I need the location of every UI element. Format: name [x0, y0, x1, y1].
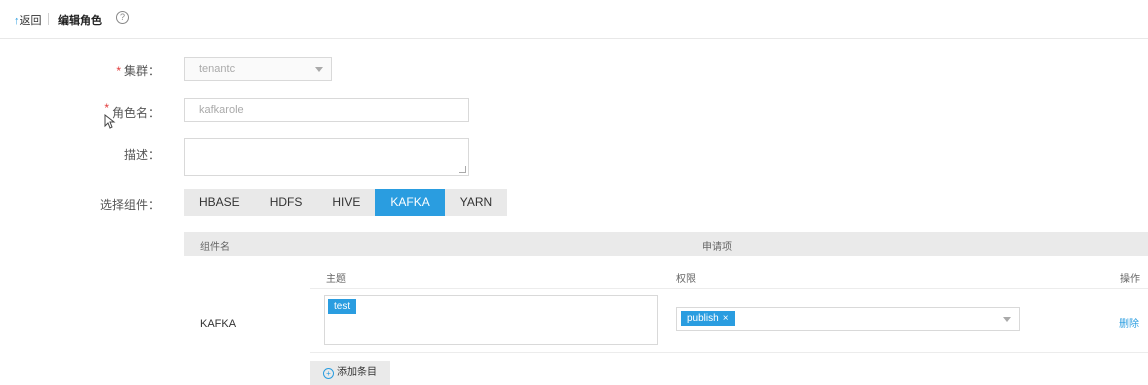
role-name-label-text: 角色名：	[111, 106, 160, 120]
components-label: 选择组件：	[99, 198, 160, 212]
description-label: 描述：	[123, 148, 160, 162]
header-request-items: 申请项	[702, 242, 732, 253]
row-divider	[310, 288, 1148, 289]
permission-select[interactable]: publish ×	[676, 307, 1020, 331]
tab-kafka[interactable]: KAFKA	[375, 189, 445, 216]
cluster-label: * 集群：	[0, 62, 160, 79]
row-divider	[310, 352, 1148, 353]
role-name-label: * 角色名：	[0, 101, 160, 121]
component-tabs: HBASE HDFS HIVE KAFKA YARN	[184, 189, 508, 216]
tab-hdfs[interactable]: HDFS	[255, 189, 318, 216]
required-mark: *	[116, 64, 121, 78]
topic-tag-input[interactable]: test	[324, 295, 658, 345]
page-title: 编辑角色	[58, 15, 102, 27]
back-label: 返回	[19, 15, 42, 27]
subheader-topic: 主题	[326, 274, 346, 285]
divider	[48, 13, 49, 25]
subheader-action: 操作	[1120, 274, 1140, 285]
chevron-down-icon	[315, 67, 323, 72]
cluster-select[interactable]: tenantc	[184, 57, 332, 81]
top-bar: ↑返回 编辑角色 ?	[0, 0, 1148, 39]
description-textarea[interactable]	[184, 138, 469, 176]
role-name-value: kafkarole	[199, 104, 244, 116]
topic-tag[interactable]: test	[328, 299, 357, 314]
add-entry-label: 添加条目	[337, 367, 377, 378]
permission-tag-label: publish	[687, 313, 719, 324]
tab-hive[interactable]: HIVE	[317, 189, 375, 216]
delete-link[interactable]: 删除	[1119, 315, 1139, 330]
role-name-input[interactable]: kafkarole	[184, 98, 469, 122]
cluster-select-value: tenantc	[199, 63, 236, 75]
back-button[interactable]: ↑返回	[14, 12, 42, 28]
help-icon[interactable]: ?	[116, 11, 129, 24]
remove-tag-icon[interactable]: ×	[723, 313, 729, 324]
tab-yarn[interactable]: YARN	[445, 189, 507, 216]
mouse-cursor-icon	[104, 114, 116, 129]
permission-tag[interactable]: publish ×	[681, 311, 735, 326]
resize-handle-icon[interactable]	[459, 166, 466, 173]
chevron-down-icon	[1003, 317, 1011, 322]
table-header: 组件名 申请项	[184, 232, 1148, 256]
tab-hbase[interactable]: HBASE	[184, 189, 255, 216]
row-component-name: KAFKA	[200, 318, 237, 330]
add-entry-button[interactable]: + 添加条目	[310, 361, 390, 385]
header-component-name: 组件名	[200, 242, 230, 253]
cluster-label-text: 集群：	[123, 64, 160, 78]
subheader-permission: 权限	[676, 274, 696, 285]
add-circle-icon: +	[323, 368, 334, 379]
required-mark: *	[104, 101, 109, 115]
